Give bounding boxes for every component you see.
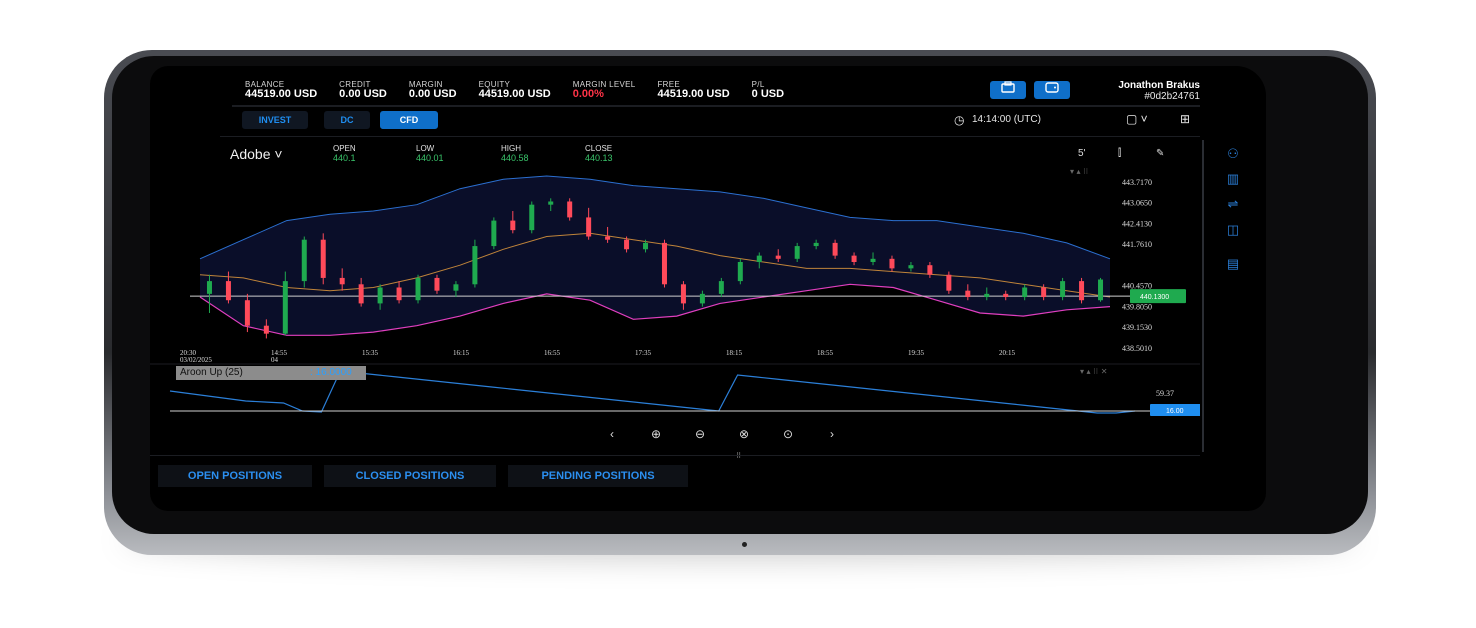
- candle-body: [472, 246, 478, 285]
- candle-body: [718, 281, 724, 294]
- candle-body: [263, 325, 269, 334]
- x-tick-label: 20:15: [999, 349, 1015, 357]
- tablet-sensor-dot: [742, 542, 747, 547]
- price-tag-label: 440.1300: [1140, 294, 1169, 301]
- candle-body: [927, 265, 933, 275]
- candle-body: [586, 217, 592, 237]
- candle-body: [453, 284, 459, 291]
- candle-body: [889, 258, 895, 269]
- x-tick-label: 16:15: [453, 349, 469, 357]
- indicator-name: Aroon Up (25): [180, 367, 243, 378]
- zoom-reset-icon[interactable]: ⊗: [722, 427, 766, 441]
- candle-body: [339, 277, 345, 285]
- y-tick-label: 439.8050: [1122, 302, 1152, 311]
- candle-body: [661, 242, 667, 285]
- chat-icon[interactable]: ◫: [1222, 222, 1244, 238]
- candle-body: [908, 265, 914, 269]
- candle-body: [624, 239, 630, 250]
- chart-navigation: ‹ ⊕ ⊖ ⊗ ⊙ ›: [590, 427, 854, 441]
- zoom-in-icon[interactable]: ⊕: [634, 427, 678, 441]
- candle-body: [1060, 281, 1066, 298]
- trading-screen: BALANCE 44519.00 USD CREDIT 0.00 USD MARGIN 0…: [150, 66, 1242, 511]
- candle-body: [605, 236, 611, 240]
- candle-body: [699, 293, 705, 304]
- candle-body: [396, 287, 402, 301]
- candle-body: [206, 281, 212, 294]
- candle-body: [813, 242, 819, 247]
- candle-body: [491, 220, 497, 247]
- candle-body: [643, 242, 649, 250]
- candle-body: [320, 239, 326, 278]
- tab-open-positions[interactable]: OPEN POSITIONS: [158, 465, 312, 487]
- candle-body: [1079, 281, 1085, 301]
- tab-closed-positions[interactable]: CLOSED POSITIONS: [324, 465, 496, 487]
- right-toolbar-divider: [1202, 140, 1204, 452]
- scroll-right-icon[interactable]: ›: [810, 427, 854, 441]
- indicator-legend[interactable]: Aroon Up (25) : 16.0000: [176, 366, 366, 380]
- y-tick-label: 439.1530: [1122, 323, 1152, 332]
- candle-body: [851, 255, 857, 262]
- candle-body: [434, 277, 440, 291]
- candle-body: [1022, 287, 1028, 298]
- candle-body: [1098, 279, 1104, 301]
- aroon-value-tag-label: 16.00: [1166, 408, 1184, 415]
- y-tick-label: 441.7610: [1122, 240, 1152, 249]
- candle-body: [510, 220, 516, 231]
- candle-body: [301, 239, 307, 282]
- candle-body: [244, 300, 250, 326]
- candle-body: [775, 255, 781, 259]
- indicator-value: : 16.0000: [310, 367, 352, 378]
- candle-body: [832, 242, 838, 256]
- candle-body: [737, 262, 743, 282]
- candle-body: [870, 258, 876, 262]
- y-tick-label: 443.0650: [1122, 199, 1152, 208]
- candle-body: [965, 290, 971, 298]
- pane-controls-icon: ▾ ▴ ⁝⁝: [1070, 167, 1088, 176]
- y-tick-label: 442.4130: [1122, 219, 1152, 228]
- x-tick-label: 03/02/2025: [180, 356, 212, 364]
- x-tick-label: 18:15: [726, 349, 742, 357]
- candle-body: [1041, 287, 1047, 298]
- zoom-fit-icon[interactable]: ⊙: [766, 427, 810, 441]
- aroon-tick-label: 59.37: [1156, 389, 1174, 398]
- candle-body: [567, 201, 573, 218]
- x-tick-label: 17:35: [635, 349, 651, 357]
- candle-body: [1003, 293, 1009, 298]
- x-tick-label: 16:55: [544, 349, 560, 357]
- candle-body: [548, 201, 554, 205]
- x-tick-label: 15:35: [362, 349, 378, 357]
- scroll-left-icon[interactable]: ‹: [590, 427, 634, 441]
- y-tick-label: 443.7170: [1122, 178, 1152, 187]
- candle-body: [529, 204, 535, 231]
- candle-body: [984, 293, 990, 298]
- positions-divider: [150, 455, 1242, 456]
- candle-body: [377, 287, 383, 304]
- panel-resize-handle[interactable]: ⠿: [736, 452, 741, 460]
- candle-body: [946, 274, 952, 291]
- calendar-icon[interactable]: ▤: [1222, 256, 1244, 272]
- product-shot: BALANCE 44519.00 USD CREDIT 0.00 USD MARGIN 0…: [0, 0, 1476, 628]
- candle-body: [358, 284, 364, 304]
- chart-panel-icon[interactable]: ▥: [1222, 171, 1244, 187]
- candle-body: [225, 281, 231, 301]
- candle-body: [680, 284, 686, 304]
- candle-body: [415, 277, 421, 301]
- x-tick-label: 04: [271, 356, 279, 364]
- right-toolbar: ⚇ ▥ ⇌ ◫ ▤: [1200, 66, 1266, 511]
- candle-body: [756, 255, 762, 262]
- zoom-out-icon[interactable]: ⊖: [678, 427, 722, 441]
- y-tick-label: 438.5010: [1122, 344, 1152, 353]
- price-chart[interactable]: 443.7170443.0650442.4130441.7610440.4570…: [150, 66, 1242, 456]
- tab-pending-positions[interactable]: PENDING POSITIONS: [508, 465, 688, 487]
- orders-icon[interactable]: ⇌: [1222, 196, 1244, 212]
- candle-body: [282, 281, 288, 334]
- pane-controls-icon: ▾ ▴ ⁝⁝ ✕: [1080, 367, 1107, 376]
- x-tick-label: 19:35: [908, 349, 924, 357]
- candle-body: [794, 246, 800, 259]
- x-tick-label: 18:55: [817, 349, 833, 357]
- watchlist-icon[interactable]: ⚇: [1222, 146, 1244, 162]
